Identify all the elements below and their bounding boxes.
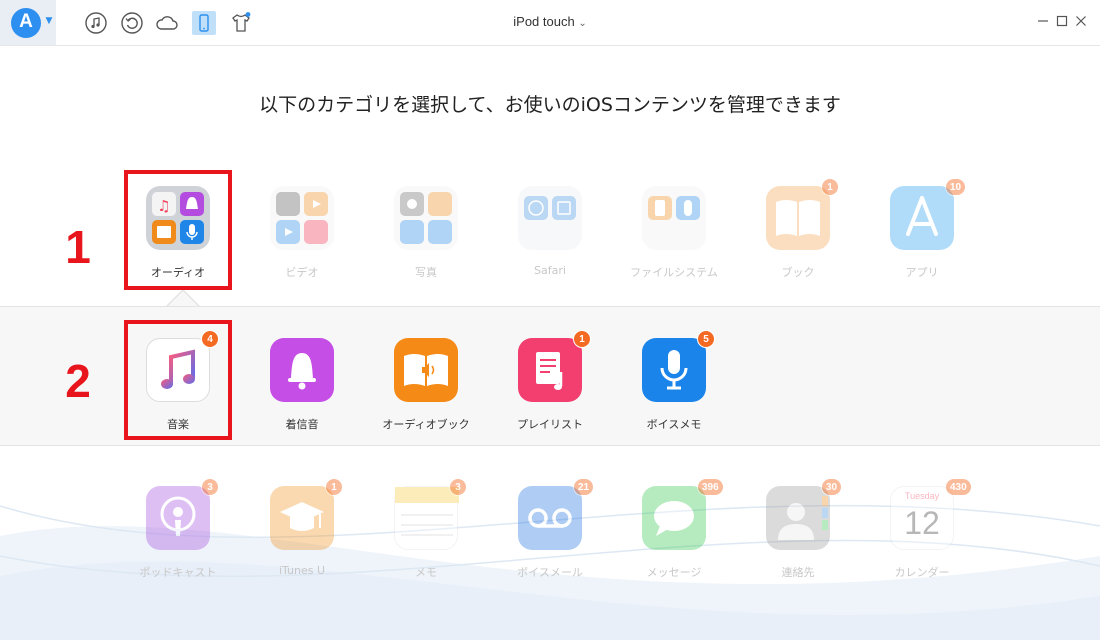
- count-badge: 21: [573, 478, 595, 496]
- category-label: カレンダー: [894, 566, 950, 579]
- subcategory-voice-memos[interactable]: 5 ボイスメモ: [619, 330, 729, 448]
- count-badge: 1: [325, 478, 343, 496]
- count-badge: 5: [697, 330, 715, 348]
- category-messages[interactable]: 396 メッセージ: [619, 478, 729, 596]
- category-safari[interactable]: Safari: [495, 186, 605, 296]
- device-selector[interactable]: iPod touch ⌄: [470, 14, 630, 32]
- category-voicemail[interactable]: 21 ボイスメール: [495, 478, 605, 596]
- subcategory-label: オーディオブック: [382, 418, 470, 431]
- category-apps[interactable]: 10 アプリ: [867, 178, 977, 296]
- count-badge: 396: [697, 478, 724, 496]
- category-label: ボイスメール: [517, 566, 583, 579]
- category-label: ビデオ: [285, 266, 319, 279]
- video-folder-icon: [270, 186, 334, 250]
- chevron-down-icon: ▼: [45, 16, 53, 26]
- file-system-icon: [642, 186, 706, 250]
- category-podcasts[interactable]: 3 ポッドキャスト: [123, 478, 233, 596]
- category-label: ファイルシステム: [630, 266, 718, 279]
- chevron-down-icon: ⌄: [578, 18, 587, 29]
- category-label: ブック: [781, 266, 815, 279]
- step-number-2: 2: [65, 355, 91, 407]
- device-icon[interactable]: [192, 11, 216, 35]
- category-label: アプリ: [905, 266, 939, 279]
- highlight-box-music: [124, 320, 232, 440]
- category-notes[interactable]: 3 メモ: [371, 478, 481, 596]
- playlist-icon: [518, 338, 582, 402]
- title-bar: A ▼ iPod touch ⌄: [0, 0, 1100, 46]
- microphone-icon: [642, 338, 706, 402]
- graduation-cap-icon: [270, 486, 334, 550]
- calendar-icon: Tuesday 12: [890, 486, 954, 550]
- category-photos[interactable]: 写真: [371, 186, 481, 296]
- category-label: ポッドキャスト: [139, 566, 217, 579]
- category-label: 写真: [415, 266, 437, 279]
- notes-icon: [394, 486, 459, 550]
- count-badge: 1: [573, 330, 591, 348]
- subcategory-audiobooks[interactable]: オーディオブック: [371, 338, 481, 448]
- maximize-button[interactable]: [1053, 12, 1071, 30]
- category-itunes-u[interactable]: 1 iTunes U: [247, 478, 357, 596]
- category-file-system[interactable]: ファイルシステム: [619, 186, 729, 296]
- category-label: Safari: [534, 264, 566, 277]
- contacts-icon: [766, 486, 830, 550]
- subcategory-label: プレイリスト: [517, 418, 583, 431]
- count-badge: 3: [449, 478, 467, 496]
- tshirt-icon[interactable]: [229, 11, 253, 35]
- cloud-icon[interactable]: [155, 11, 179, 35]
- subcategory-ringtones[interactable]: 着信音: [247, 338, 357, 448]
- step-number-1: 1: [65, 221, 91, 273]
- book-icon: [766, 186, 830, 250]
- minimize-button[interactable]: [1034, 12, 1052, 30]
- count-badge: 430: [945, 478, 972, 496]
- category-calendar[interactable]: Tuesday 12 430 カレンダー: [867, 478, 977, 596]
- messages-icon: [642, 486, 706, 550]
- device-name: iPod touch: [513, 14, 575, 29]
- category-books[interactable]: 1 ブック: [743, 178, 853, 296]
- category-label: 連絡先: [781, 566, 815, 579]
- close-button[interactable]: [1072, 12, 1090, 30]
- highlight-box-audio: [124, 170, 232, 290]
- count-badge: 3: [201, 478, 219, 496]
- subcategory-label: 着信音: [285, 418, 319, 431]
- category-video[interactable]: ビデオ: [247, 186, 357, 296]
- bell-icon: [270, 338, 334, 402]
- category-contacts[interactable]: 30 連絡先: [743, 478, 853, 596]
- podcast-icon: [146, 486, 210, 550]
- app-logo-icon: A: [11, 8, 41, 38]
- restore-icon[interactable]: [120, 11, 144, 35]
- voicemail-icon: [518, 486, 582, 550]
- count-badge: 30: [821, 478, 843, 496]
- app-menu-button[interactable]: A ▼: [0, 0, 56, 45]
- page-heading: 以下のカテゴリを選択して、お使いのiOSコンテンツを管理できます: [259, 94, 841, 116]
- category-label: メモ: [415, 566, 437, 579]
- category-label: iTunes U: [278, 564, 326, 577]
- safari-folder-icon: [518, 186, 582, 250]
- count-badge: 1: [821, 178, 839, 196]
- category-label: メッセージ: [646, 566, 702, 579]
- subcategory-playlists[interactable]: 1 プレイリスト: [495, 330, 605, 448]
- calendar-day: Tuesday: [904, 491, 940, 501]
- photos-folder-icon: [394, 186, 458, 250]
- audiobook-icon: [394, 338, 458, 402]
- calendar-date: 12: [904, 505, 940, 541]
- app-store-icon: [890, 186, 954, 250]
- music-note-icon[interactable]: [84, 11, 108, 35]
- count-badge: 10: [945, 178, 967, 196]
- subcategory-label: ボイスメモ: [646, 418, 702, 431]
